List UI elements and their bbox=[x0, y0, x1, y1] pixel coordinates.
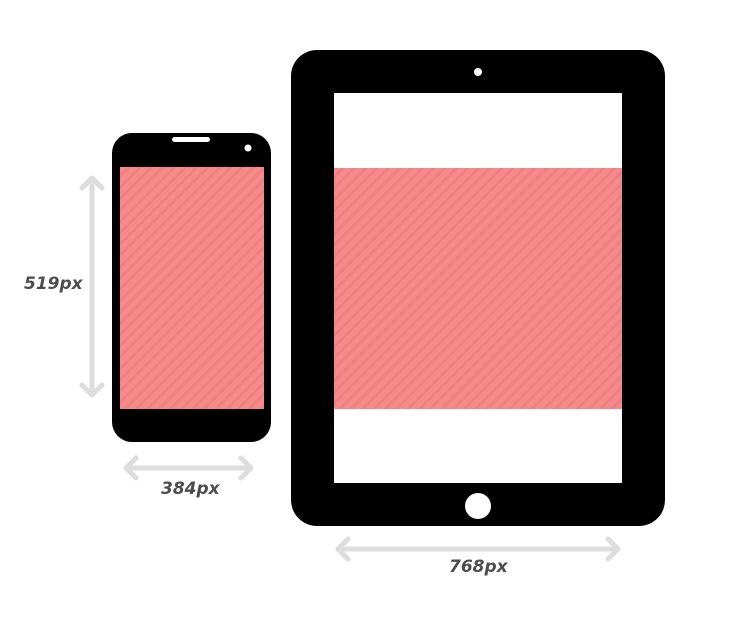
phone-height-arrow bbox=[79, 175, 105, 398]
tablet-camera-icon bbox=[474, 68, 482, 76]
phone-camera-icon bbox=[244, 144, 252, 152]
phone-viewport bbox=[120, 167, 264, 409]
tablet-device bbox=[291, 50, 665, 526]
phone-width-label: 384px bbox=[161, 479, 221, 499]
phone-height-label: 519px bbox=[24, 274, 84, 294]
tablet-viewport bbox=[334, 168, 622, 409]
tablet-home-button-icon bbox=[465, 493, 491, 519]
tablet-width-arrow bbox=[335, 536, 621, 562]
tablet-width-label: 768px bbox=[449, 557, 509, 577]
phone-device bbox=[112, 133, 271, 442]
phone-speaker bbox=[172, 137, 210, 142]
device-viewport-diagram: 519px 384px 768px bbox=[24, 50, 665, 577]
phone-width-arrow bbox=[123, 455, 254, 481]
